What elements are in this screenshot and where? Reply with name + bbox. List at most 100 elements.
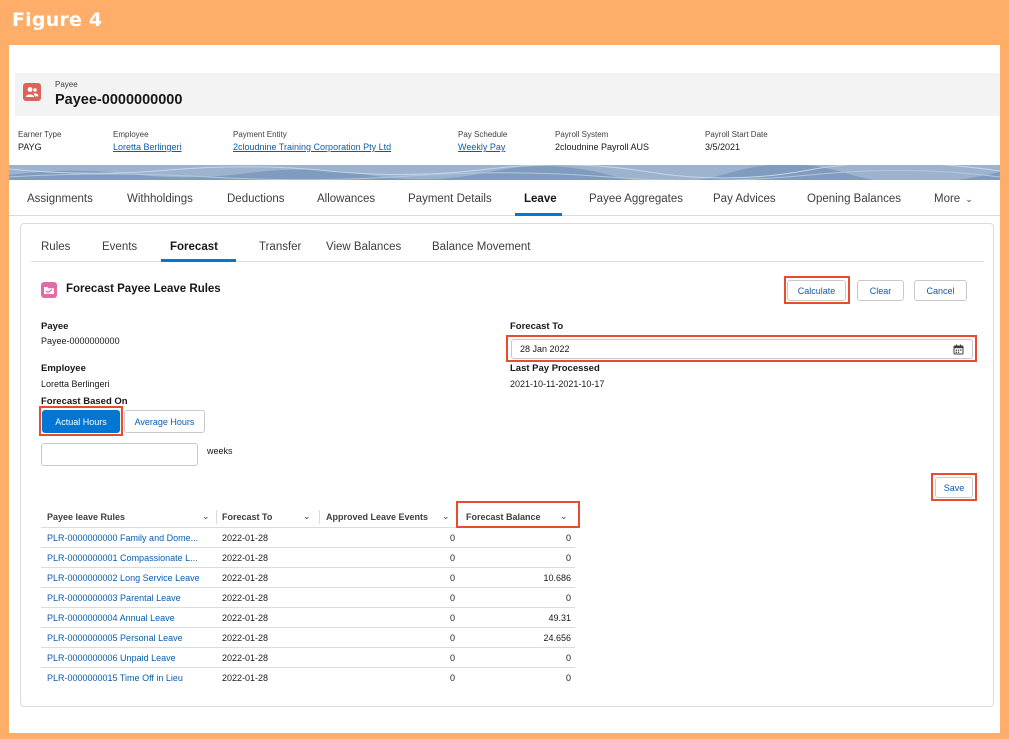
highlight-payroll-system: Payroll System 2cloudnine Payroll AUS: [555, 130, 650, 152]
decorative-banner: [9, 165, 1000, 180]
record-header: Payee Payee-0000000000: [15, 73, 1000, 116]
subtab-events[interactable]: Events: [102, 241, 137, 253]
figure-title: Figure 4: [12, 9, 103, 31]
active-subtab-indicator: [161, 259, 236, 262]
highlight-payroll-start-date: Payroll Start Date 3/5/2021: [705, 130, 768, 152]
approved-leave-cell: 0: [449, 573, 455, 583]
leave-rule-link[interactable]: PLR-0000000001 Compassionate L...: [47, 553, 198, 563]
table-row: PLR-0000000001 Compassionate L... 2022-0…: [41, 548, 575, 568]
payee-icon: [23, 83, 41, 101]
last-pay-processed-value: 2021-10-11-2021-10-17: [510, 379, 605, 389]
header-approved-leave-events[interactable]: Approved Leave Events: [326, 512, 428, 522]
weeks-label: weeks: [207, 446, 233, 456]
column-divider: [319, 510, 320, 524]
leave-rule-link[interactable]: PLR-0000000006 Unpaid Leave: [47, 653, 176, 663]
forecast-to-label: Forecast To: [510, 321, 564, 332]
highlight-payment-entity: Payment Entity 2cloudnine Training Corpo…: [233, 130, 392, 152]
section-title: Forecast Payee Leave Rules: [66, 283, 221, 295]
column-divider: [216, 510, 217, 524]
app-frame: Payee Payee-0000000000 Earner Type PAYG …: [9, 45, 1000, 733]
forecast-balance-cell: 10.686: [543, 573, 571, 583]
highlight-box-calculate: [784, 276, 850, 304]
tab-payment-details[interactable]: Payment Details: [408, 193, 492, 205]
weeks-input[interactable]: [41, 443, 198, 466]
employee-label: Employee: [41, 363, 86, 374]
tab-leave[interactable]: Leave: [524, 193, 557, 205]
highlight-box-save: [931, 473, 977, 501]
cancel-button[interactable]: Cancel: [914, 280, 967, 301]
approved-leave-cell: 0: [449, 613, 455, 623]
forecast-to-cell: 2022-01-28: [222, 553, 269, 563]
forecast-balance-cell: 24.656: [543, 633, 571, 643]
active-tab-indicator: [515, 213, 562, 216]
tab-deductions[interactable]: Deductions: [227, 193, 285, 205]
forecast-to-cell: 2022-01-28: [222, 633, 269, 643]
subtab-forecast[interactable]: Forecast: [170, 241, 218, 253]
chevron-down-icon[interactable]: ⌄: [442, 511, 450, 522]
highlight-employee: Employee Loretta Berlingeri: [113, 130, 182, 152]
leave-rule-link[interactable]: PLR-0000000003 Parental Leave: [47, 593, 181, 603]
highlight-pay-schedule: Pay Schedule Weekly Pay: [458, 130, 508, 152]
approved-leave-cell: 0: [449, 653, 455, 663]
leave-rule-link[interactable]: PLR-0000000000 Family and Dome...: [47, 533, 198, 543]
pay-schedule-link[interactable]: Weekly Pay: [458, 142, 507, 152]
payee-value: Payee-0000000000: [41, 336, 120, 346]
leave-rule-link[interactable]: PLR-0000000002 Long Service Leave: [47, 573, 200, 583]
employee-link[interactable]: Loretta Berlingeri: [113, 142, 182, 152]
average-hours-button[interactable]: Average Hours: [124, 410, 205, 433]
forecast-balance-cell: 0: [565, 533, 571, 543]
forecast-folder-icon: [41, 282, 57, 298]
clear-button[interactable]: Clear: [857, 280, 904, 301]
chevron-down-icon[interactable]: ⌄: [202, 511, 210, 522]
table-row: PLR-0000000006 Unpaid Leave 2022-01-28 0…: [41, 648, 575, 668]
tab-more[interactable]: More ⌄: [934, 193, 973, 205]
table-row: PLR-0000000015 Time Off in Lieu 2022-01-…: [41, 668, 575, 688]
forecast-balance-cell: 49.31: [548, 613, 571, 623]
chevron-down-icon[interactable]: ⌄: [303, 511, 311, 522]
last-pay-processed-label: Last Pay Processed: [510, 363, 600, 374]
highlight-box-actual-hours: [39, 406, 123, 436]
highlight-box-forecast-balance: [456, 501, 580, 528]
forecast-to-cell: 2022-01-28: [222, 593, 269, 603]
tab-pay-advices[interactable]: Pay Advices: [713, 193, 776, 205]
subtab-rules[interactable]: Rules: [41, 241, 70, 253]
leave-rule-link[interactable]: PLR-0000000005 Personal Leave: [47, 633, 183, 643]
header-forecast-to[interactable]: Forecast To: [222, 512, 272, 522]
forecast-balance-cell: 0: [565, 553, 571, 563]
forecast-balance-cell: 0: [565, 653, 571, 663]
tab-allowances[interactable]: Allowances: [317, 193, 375, 205]
tab-opening-balances[interactable]: Opening Balances: [807, 193, 901, 205]
table-row: PLR-0000000000 Family and Dome... 2022-0…: [41, 528, 575, 548]
record-name: Payee-0000000000: [55, 92, 183, 108]
forecast-card: Rules Events Forecast Transfer View Bala…: [20, 223, 994, 707]
tab-assignments[interactable]: Assignments: [27, 193, 93, 205]
table-row: PLR-0000000005 Personal Leave 2022-01-28…: [41, 628, 575, 648]
tab-payee-aggregates[interactable]: Payee Aggregates: [589, 193, 683, 205]
employee-value: Loretta Berlingeri: [41, 379, 110, 389]
leave-subtabs: Rules Events Forecast Transfer View Bala…: [31, 224, 984, 262]
tab-withholdings[interactable]: Withholdings: [127, 193, 193, 205]
forecast-balance-cell: 0: [565, 593, 571, 603]
subtab-transfer[interactable]: Transfer: [259, 241, 301, 253]
approved-leave-cell: 0: [449, 673, 455, 683]
forecast-to-cell: 2022-01-28: [222, 573, 269, 583]
approved-leave-cell: 0: [449, 533, 455, 543]
highlight-earner-type: Earner Type PAYG: [18, 130, 62, 152]
forecast-to-cell: 2022-01-28: [222, 653, 269, 663]
subtab-view-balances[interactable]: View Balances: [326, 241, 401, 253]
forecast-to-cell: 2022-01-28: [222, 533, 269, 543]
forecast-balance-cell: 0: [565, 673, 571, 683]
leave-rule-link[interactable]: PLR-0000000015 Time Off in Lieu: [47, 673, 183, 683]
payment-entity-link[interactable]: 2cloudnine Training Corporation Pty Ltd: [233, 142, 391, 152]
forecast-to-cell: 2022-01-28: [222, 673, 269, 683]
leave-rule-link[interactable]: PLR-0000000004 Annual Leave: [47, 613, 175, 623]
approved-leave-cell: 0: [449, 593, 455, 603]
record-type-label: Payee: [55, 80, 78, 89]
table-row: PLR-0000000004 Annual Leave 2022-01-28 0…: [41, 608, 575, 628]
highlight-box-forecast-to: [506, 335, 977, 362]
subtab-balance-movement[interactable]: Balance Movement: [432, 241, 530, 253]
payee-label: Payee: [41, 321, 69, 332]
table-row: PLR-0000000002 Long Service Leave 2022-0…: [41, 568, 575, 588]
header-payee-leave-rules[interactable]: Payee leave Rules: [47, 512, 125, 522]
chevron-down-icon: ⌄: [965, 194, 973, 204]
